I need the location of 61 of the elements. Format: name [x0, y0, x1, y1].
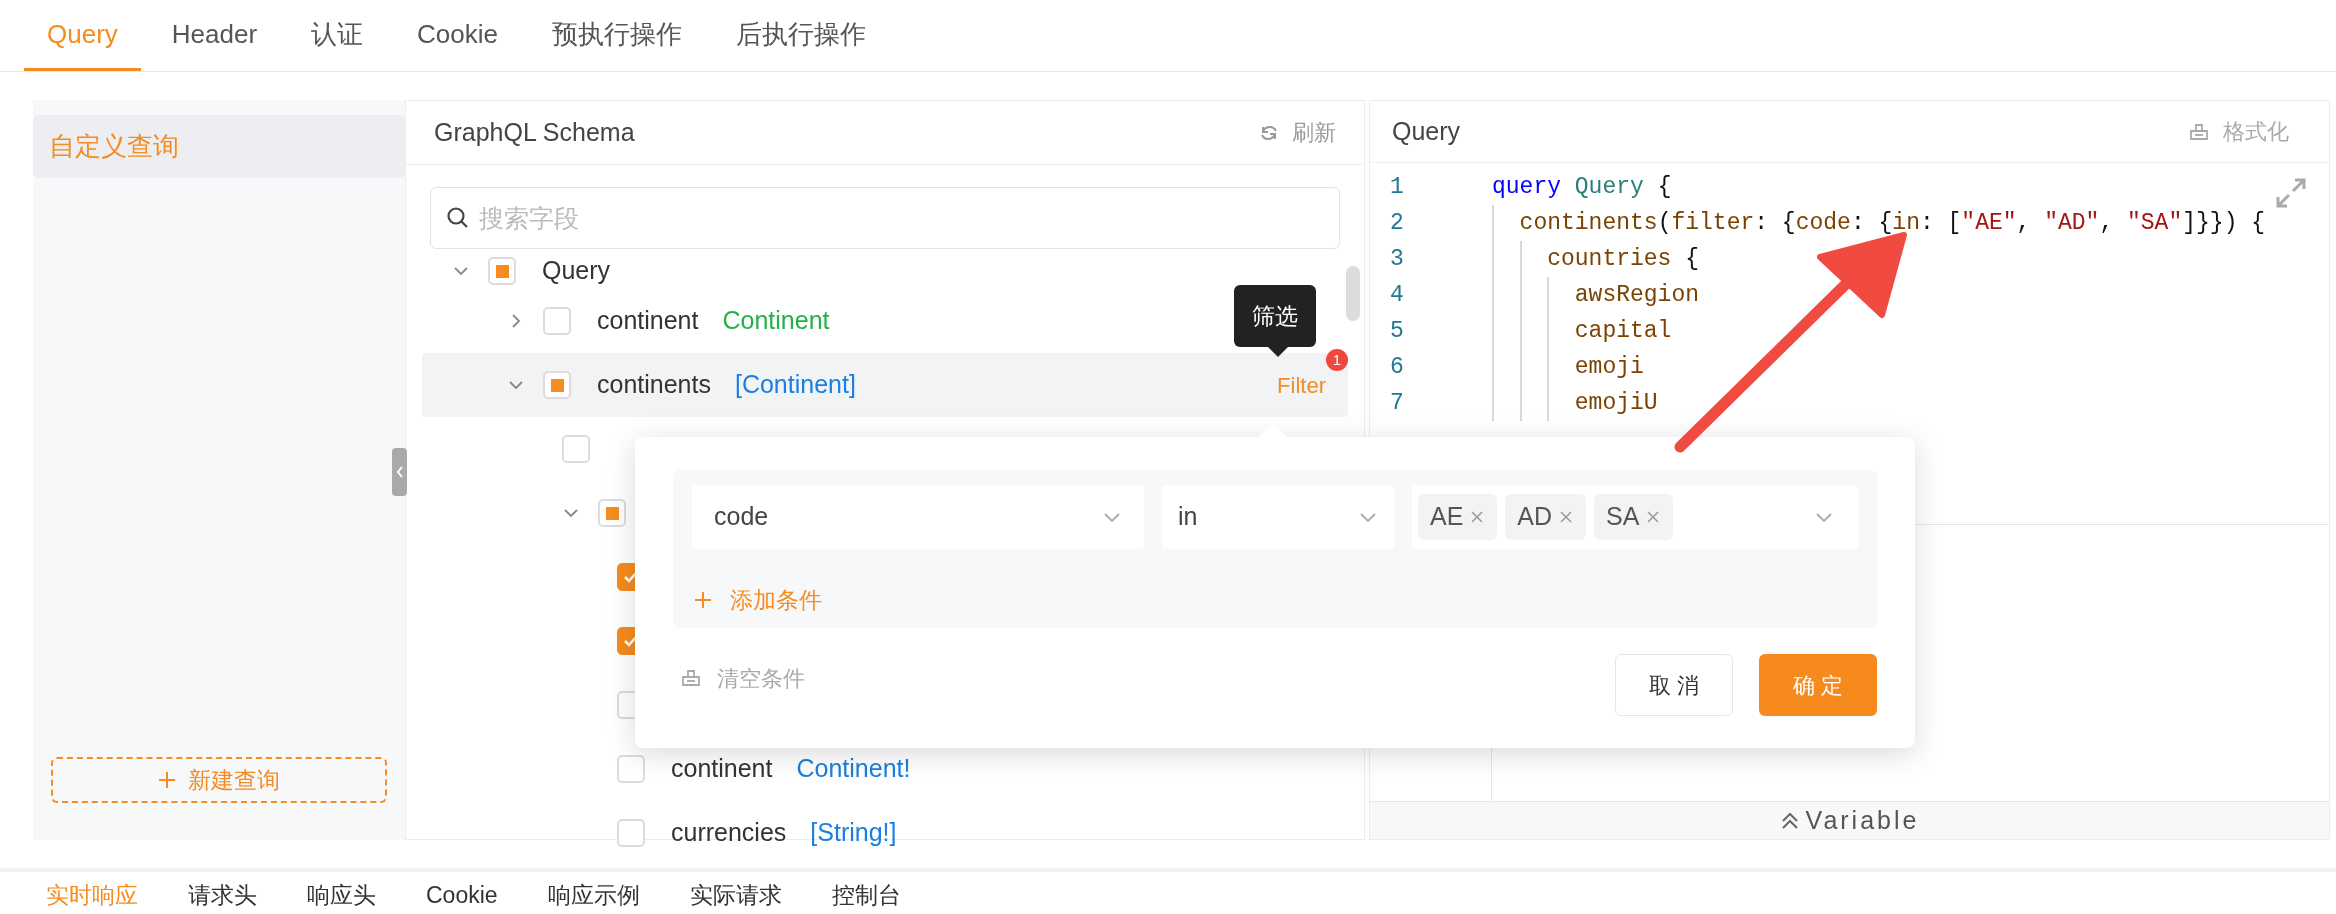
panel-title: GraphQL Schema — [434, 116, 635, 148]
field-type: Continent — [722, 305, 830, 337]
field-name: currencies — [671, 817, 787, 849]
value-tag[interactable]: AD — [1505, 494, 1587, 540]
clear-icon — [681, 668, 701, 688]
line-number: 5 — [1389, 316, 1405, 346]
search-field[interactable]: 搜索字段 — [430, 187, 1340, 249]
code-line: awsRegion — [1574, 280, 1699, 310]
variable-label: Variable — [1805, 804, 1920, 836]
panel-title: Query — [1392, 115, 1461, 147]
tab[interactable]: 控制台 — [831, 880, 901, 914]
value-tag[interactable]: AE — [1418, 494, 1498, 540]
value-tag[interactable]: SA — [1594, 494, 1674, 540]
tab[interactable]: 预执行操作 — [529, 0, 706, 71]
values-select[interactable]: AE AD SA — [1412, 485, 1858, 549]
field-type: [String!] — [810, 817, 897, 849]
field-name: continent — [671, 753, 773, 785]
tab[interactable]: 响应头 — [307, 880, 376, 914]
line-number: 3 — [1389, 244, 1405, 274]
line-number: 6 — [1389, 352, 1405, 382]
tooltip-arrow — [1268, 347, 1288, 357]
expand-icon[interactable] — [2275, 177, 2307, 209]
code-line: continents(filter: {code: {in: ["AE", "AD", "SA"]}}) { — [1519, 208, 2266, 238]
line-number: 7 — [1389, 388, 1405, 418]
field-name: continents — [597, 369, 711, 401]
tab[interactable]: 后执行操作 — [713, 0, 890, 71]
tab[interactable]: Cookie — [426, 880, 498, 914]
close-icon[interactable] — [1558, 509, 1575, 525]
operator-select[interactable]: in — [1162, 485, 1394, 549]
tab[interactable]: 响应示例 — [547, 880, 640, 914]
code-line: query Query { — [1492, 172, 1672, 202]
line-number: 1 — [1389, 172, 1405, 202]
code-line: countries { — [1547, 244, 1700, 274]
code-line: capital — [1574, 316, 1672, 346]
tooltip: 筛选 — [1234, 285, 1316, 347]
search-icon — [446, 206, 470, 230]
field-name: continent — [597, 305, 699, 337]
code-line: emoji — [1574, 352, 1644, 382]
field-name: Query — [542, 255, 611, 287]
field-type: Continent! — [796, 753, 911, 785]
cancel-button[interactable]: 取 消 — [1615, 654, 1733, 716]
plus-icon — [158, 771, 176, 789]
line-number: 2 — [1389, 208, 1405, 238]
field-select[interactable]: code — [692, 485, 1144, 549]
variable-bar[interactable]: Variable — [1370, 801, 2329, 839]
scrollbar-thumb[interactable] — [1346, 266, 1360, 321]
line-number: 4 — [1389, 280, 1405, 310]
clear-format-icon — [2189, 121, 2209, 142]
close-icon[interactable] — [1469, 509, 1486, 525]
tab[interactable]: Cookie — [394, 0, 522, 71]
refresh-icon — [1260, 123, 1278, 142]
tab[interactable]: 认证 — [288, 0, 387, 71]
collapse-handle[interactable] — [392, 448, 407, 496]
tab[interactable]: Header — [148, 0, 281, 71]
field-type: [Continent] — [734, 369, 856, 401]
tab[interactable]: 实际请求 — [689, 880, 782, 914]
tab[interactable]: 请求头 — [188, 880, 257, 914]
close-icon[interactable] — [1645, 509, 1662, 525]
code-line: emojiU — [1574, 388, 1658, 418]
count-badge: 1 — [1326, 349, 1348, 371]
plus-icon — [694, 591, 712, 610]
